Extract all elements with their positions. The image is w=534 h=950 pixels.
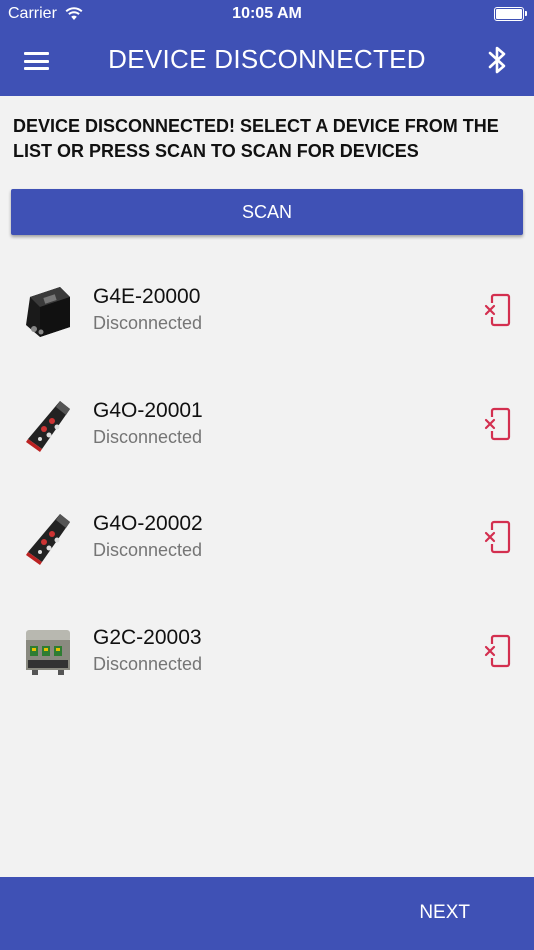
device-image-handheld-remote — [26, 400, 70, 452]
device-status: Disconnected — [93, 653, 203, 674]
device-name: G4E-20000 — [93, 285, 201, 308]
device-list: G4E-20000 Disconnected G4O-20001 Disconn… — [0, 256, 534, 710]
list-item[interactable]: G4E-20000 Disconnected — [0, 256, 534, 370]
instructions-text: DEVICE DISCONNECTED! SELECT A DEVICE FRO… — [13, 116, 499, 161]
next-button[interactable]: NEXT — [419, 902, 470, 924]
disconnected-phone-icon[interactable] — [484, 407, 512, 441]
list-item[interactable]: G4O-20001 Disconnected — [0, 370, 534, 484]
device-image-circuit-board — [26, 629, 70, 675]
status-time: 10:05 AM — [232, 5, 302, 22]
main-content: DEVICE DISCONNECTED! SELECT A DEVICE FRO… — [0, 96, 534, 877]
navigation-bar: DEVICE DISCONNECTED — [0, 28, 534, 96]
device-status: Disconnected — [93, 313, 203, 333]
page-title: DEVICE DISCONNECTED — [108, 44, 426, 74]
device-status: Disconnected — [93, 426, 203, 447]
list-item[interactable]: G2C-20003 Disconnected — [0, 597, 534, 711]
scan-button[interactable]: SCAN — [11, 189, 523, 235]
list-item[interactable]: G4O-20002 Disconnected — [0, 483, 534, 597]
device-name: G2C-20003 — [93, 625, 202, 649]
device-name: G4O-20002 — [93, 512, 203, 535]
battery-icon — [494, 7, 527, 21]
disconnected-phone-icon[interactable] — [484, 293, 512, 327]
disconnected-phone-icon[interactable] — [484, 634, 512, 668]
device-name: G4O-20001 — [93, 398, 203, 422]
bluetooth-icon[interactable] — [484, 44, 510, 76]
device-status: Disconnected — [93, 540, 203, 560]
device-image-handheld-remote — [26, 514, 70, 565]
disconnected-phone-icon[interactable] — [484, 520, 512, 554]
device-image-black-box — [26, 287, 70, 337]
bottom-bar: NEXT — [0, 877, 534, 950]
status-bar: Carrier 10:05 AM — [0, 0, 534, 28]
app-header: Carrier 10:05 AM DEVICE DISCONNECTED — [0, 0, 534, 96]
